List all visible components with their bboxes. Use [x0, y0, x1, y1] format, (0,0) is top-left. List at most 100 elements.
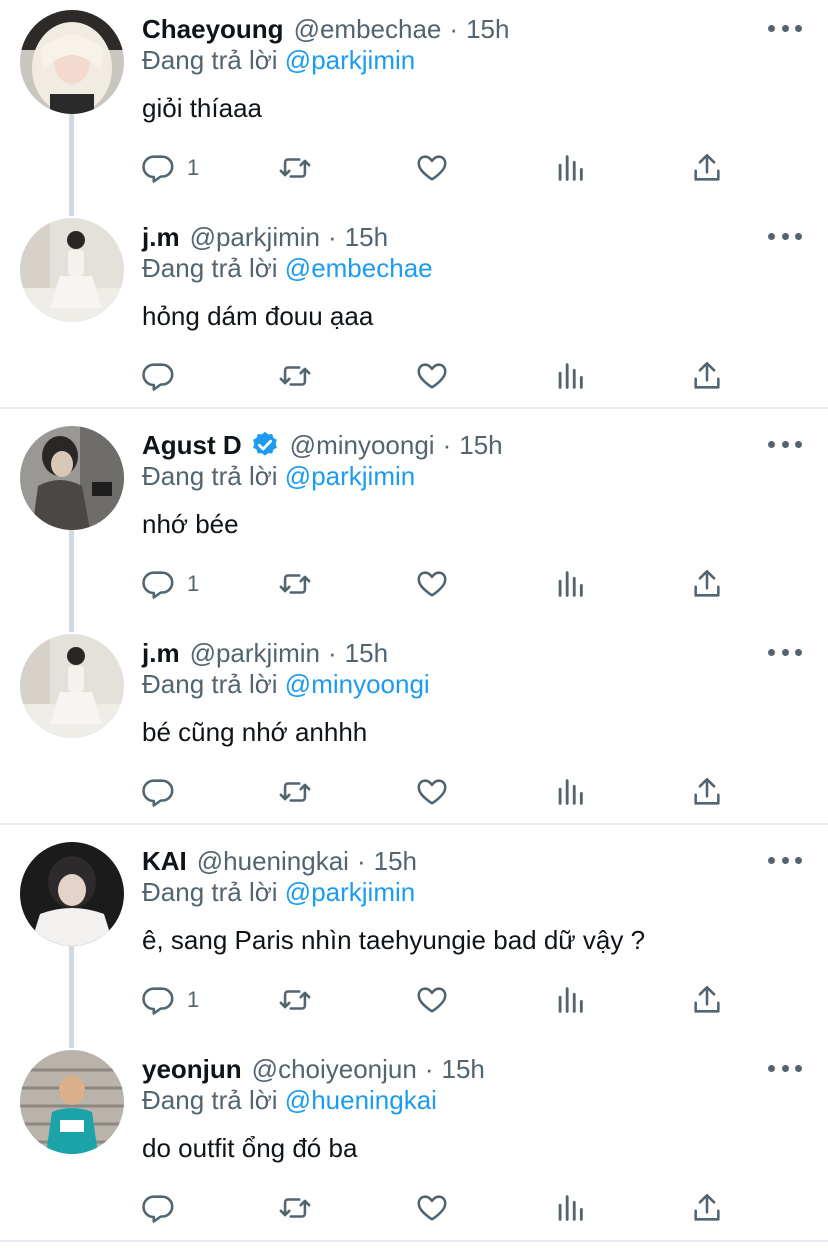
views-icon: [558, 779, 583, 805]
user-handle[interactable]: @embechae: [294, 14, 442, 45]
views-button[interactable]: [553, 140, 587, 196]
tweet[interactable]: Agust D @minyoongi · 15h Đang trả lời @p…: [0, 416, 828, 624]
replying-to-mention[interactable]: @minyoongi: [285, 669, 430, 699]
reply-button[interactable]: [141, 1180, 187, 1236]
more-icon[interactable]: [768, 16, 802, 40]
views-icon: [558, 1195, 583, 1221]
display-name[interactable]: j.m: [142, 638, 180, 669]
like-button[interactable]: [415, 1180, 449, 1236]
user-handle[interactable]: @choiyeonjun: [252, 1054, 417, 1085]
replying-to-mention[interactable]: @parkjimin: [285, 877, 415, 907]
reply-thread-feed: Chaeyoung @embechae · 15h Đang trả lời @…: [0, 0, 828, 1248]
replying-to: Đang trả lời @minyoongi: [142, 669, 430, 700]
tweet[interactable]: KAI @hueningkai · 15h Đang trả lời @park…: [0, 832, 828, 1040]
share-button[interactable]: [690, 348, 724, 404]
timestamp[interactable]: 15h: [345, 222, 388, 253]
tweet-header: KAI @hueningkai · 15h: [142, 844, 758, 878]
user-handle[interactable]: @parkjimin: [190, 638, 320, 669]
views-icon: [558, 987, 583, 1013]
tweet-text: bé cũng nhớ anhhh: [142, 717, 368, 747]
retweet-button[interactable]: [278, 556, 312, 612]
retweet-icon: [279, 158, 311, 178]
like-button[interactable]: [415, 348, 449, 404]
timestamp[interactable]: 15h: [345, 638, 388, 669]
retweet-icon: [279, 782, 311, 802]
views-button[interactable]: [553, 764, 587, 820]
user-handle[interactable]: @hueningkai: [197, 846, 349, 877]
timestamp[interactable]: 15h: [442, 1054, 485, 1085]
timestamp[interactable]: 15h: [459, 430, 502, 461]
user-handle[interactable]: @parkjimin: [190, 222, 320, 253]
views-button[interactable]: [553, 972, 587, 1028]
display-name[interactable]: Chaeyoung: [142, 14, 284, 45]
share-icon: [694, 569, 720, 597]
conversation-divider: [0, 823, 828, 825]
avatar[interactable]: [20, 842, 124, 946]
like-button[interactable]: [415, 972, 449, 1028]
retweet-icon: [279, 990, 311, 1010]
share-button[interactable]: [690, 556, 724, 612]
like-button[interactable]: [415, 556, 449, 612]
reply-icon: [142, 363, 174, 391]
replying-to-label: Đang trả lời: [142, 253, 278, 283]
replying-to-label: Đang trả lời: [142, 45, 278, 75]
heart-icon: [417, 155, 447, 181]
display-name[interactable]: yeonjun: [142, 1054, 242, 1085]
reply-button[interactable]: [141, 348, 187, 404]
avatar[interactable]: [20, 10, 124, 114]
reply-icon: [142, 779, 174, 807]
more-icon[interactable]: [768, 640, 802, 664]
replying-to-mention[interactable]: @hueningkai: [285, 1085, 437, 1115]
more-icon[interactable]: [768, 1056, 802, 1080]
reply-icon: [142, 987, 174, 1015]
avatar[interactable]: [20, 1050, 124, 1154]
reply-button[interactable]: [141, 764, 187, 820]
conversation-divider: [0, 1240, 828, 1242]
separator-dot: ·: [442, 429, 452, 460]
tweet[interactable]: j.m @parkjimin · 15h Đang trả lời @embec…: [0, 208, 828, 416]
replying-to-mention[interactable]: @embechae: [285, 253, 433, 283]
avatar[interactable]: [20, 218, 124, 322]
more-icon[interactable]: [768, 432, 802, 456]
retweet-button[interactable]: [278, 764, 312, 820]
tweet[interactable]: yeonjun @choiyeonjun · 15h Đang trả lời …: [0, 1040, 828, 1248]
share-button[interactable]: [690, 140, 724, 196]
more-icon[interactable]: [768, 848, 802, 872]
replying-to-label: Đang trả lời: [142, 669, 278, 699]
share-button[interactable]: [690, 764, 724, 820]
separator-dot: ·: [328, 637, 337, 668]
tweet-header: yeonjun @choiyeonjun · 15h: [142, 1052, 758, 1086]
like-button[interactable]: [415, 764, 449, 820]
retweet-button[interactable]: [278, 348, 312, 404]
tweet[interactable]: j.m @parkjimin · 15h Đang trả lời @minyo…: [0, 624, 828, 832]
display-name[interactable]: j.m: [142, 222, 180, 253]
tweet-header: j.m @parkjimin · 15h: [142, 220, 758, 254]
share-button[interactable]: [690, 972, 724, 1028]
replying-to: Đang trả lời @parkjimin: [142, 877, 415, 908]
reply-button[interactable]: 1: [141, 140, 199, 196]
retweet-button[interactable]: [278, 1180, 312, 1236]
tweet[interactable]: Chaeyoung @embechae · 15h Đang trả lời @…: [0, 0, 828, 208]
views-button[interactable]: [553, 348, 587, 404]
like-button[interactable]: [415, 140, 449, 196]
timestamp[interactable]: 15h: [466, 14, 509, 45]
replying-to-mention[interactable]: @parkjimin: [285, 45, 415, 75]
share-icon: [694, 1193, 720, 1221]
retweet-button[interactable]: [278, 972, 312, 1028]
user-handle[interactable]: @minyoongi: [290, 430, 435, 461]
reply-button[interactable]: 1: [141, 556, 199, 612]
replying-to-mention[interactable]: @parkjimin: [285, 461, 415, 491]
avatar[interactable]: [20, 426, 124, 530]
tweet-header: Agust D @minyoongi · 15h: [142, 428, 758, 462]
reply-button[interactable]: 1: [141, 972, 199, 1028]
display-name[interactable]: KAI: [142, 846, 187, 877]
retweet-button[interactable]: [278, 140, 312, 196]
views-button[interactable]: [553, 1180, 587, 1236]
share-button[interactable]: [690, 1180, 724, 1236]
display-name[interactable]: Agust D: [142, 430, 242, 461]
avatar[interactable]: [20, 634, 124, 738]
timestamp[interactable]: 15h: [374, 846, 417, 877]
more-icon[interactable]: [768, 224, 802, 248]
reply-count: 1: [187, 987, 200, 1012]
views-button[interactable]: [553, 556, 587, 612]
